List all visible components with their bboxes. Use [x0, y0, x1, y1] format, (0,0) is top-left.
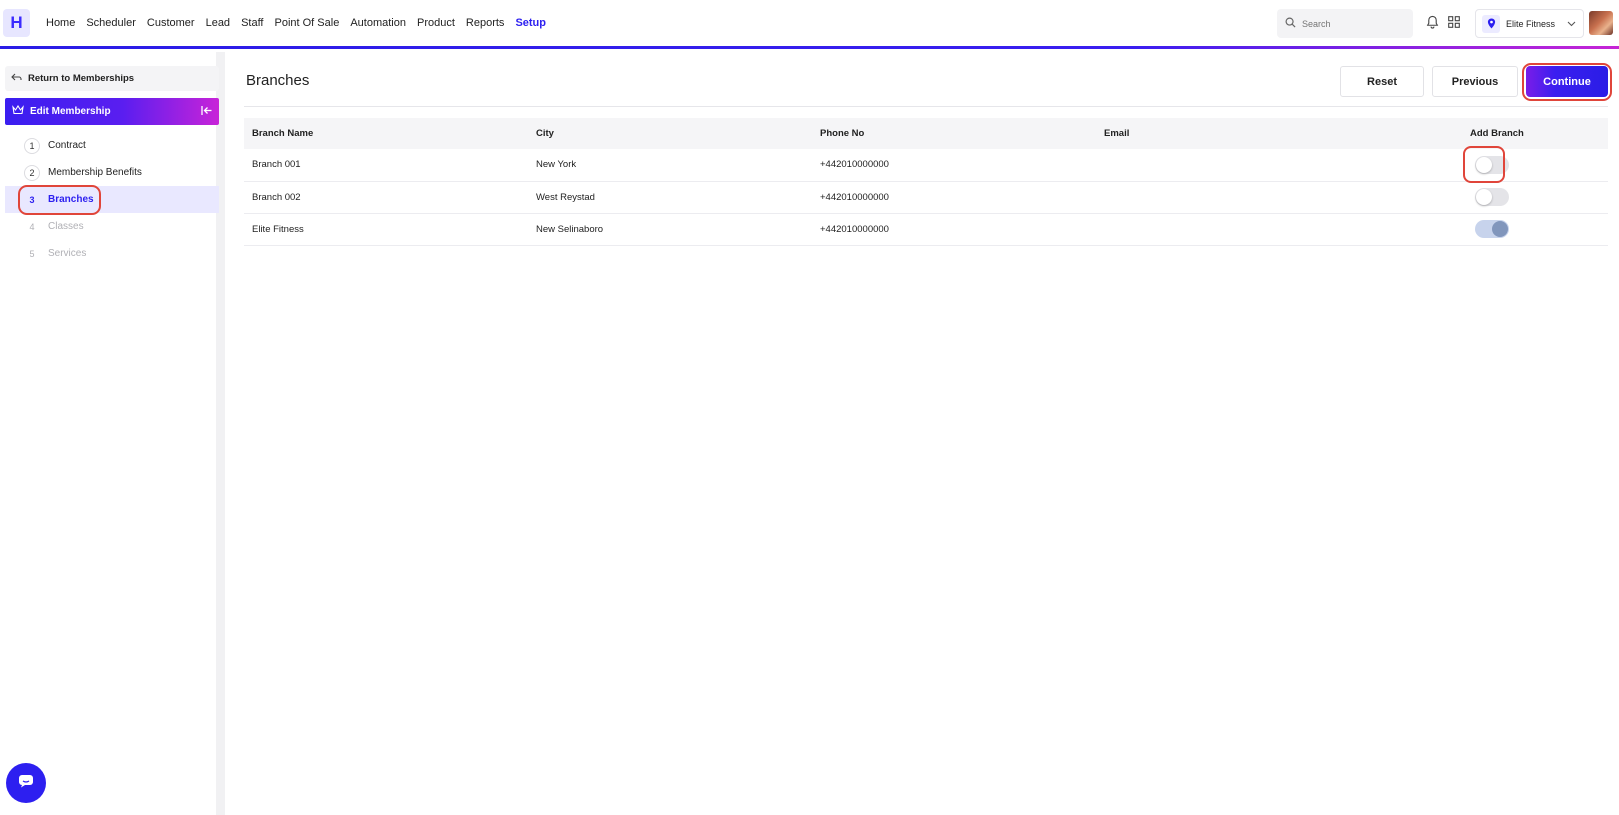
header-add-branch: Add Branch — [1470, 128, 1524, 139]
step-membership-benefits[interactable]: 2 Membership Benefits — [5, 159, 219, 186]
search-icon — [1285, 15, 1296, 33]
table-row: Elite Fitness New Selinaboro +4420100000… — [244, 213, 1608, 245]
previous-button[interactable]: Previous — [1432, 66, 1518, 97]
return-label: Return to Memberships — [28, 73, 135, 84]
nav-product[interactable]: Product — [417, 17, 455, 29]
nav-customer[interactable]: Customer — [147, 17, 195, 29]
nav-scheduler[interactable]: Scheduler — [86, 17, 136, 29]
divider — [244, 106, 1608, 107]
chat-button[interactable] — [6, 763, 46, 803]
collapse-icon[interactable] — [200, 104, 213, 120]
edit-membership-title: Edit Membership — [30, 106, 111, 117]
search-input[interactable] — [1302, 18, 1402, 29]
branch-city: New York — [536, 159, 577, 171]
nav-lead[interactable]: Lead — [206, 17, 230, 29]
branches-table: Branch Name City Phone No Email Add Bran… — [244, 118, 1608, 246]
grid-icon[interactable] — [1446, 14, 1462, 30]
sidebar: Return to Memberships Edit Membership 1 … — [0, 52, 225, 815]
crown-icon — [12, 104, 24, 118]
step-number: 1 — [24, 137, 40, 154]
steps-list: 1 Contract 2 Membership Benefits 3 Branc… — [5, 132, 219, 267]
nav-staff[interactable]: Staff — [241, 17, 263, 29]
branch-email — [1096, 149, 1462, 181]
step-classes: 4 Classes — [5, 213, 219, 240]
add-branch-toggle[interactable] — [1475, 188, 1509, 206]
avatar[interactable] — [1589, 11, 1613, 35]
header-city: City — [536, 128, 554, 139]
location-selector[interactable]: Elite Fitness — [1475, 9, 1584, 38]
app-logo[interactable]: H — [3, 9, 30, 37]
nav-reports[interactable]: Reports — [466, 17, 505, 29]
edit-membership-header: Edit Membership — [5, 98, 219, 125]
branch-phone: +442010000000 — [820, 159, 889, 171]
top-accent-line — [0, 46, 1619, 49]
step-branches[interactable]: 3 Branches — [5, 185, 219, 215]
branch-phone: +442010000000 — [820, 223, 889, 235]
location-name: Elite Fitness — [1506, 18, 1556, 29]
branch-name: Elite Fitness — [252, 223, 304, 235]
chevron-down-icon — [1567, 19, 1576, 29]
add-branch-cell — [1462, 181, 1608, 213]
step-number: 5 — [24, 245, 40, 262]
main-content: Branches Reset Previous Continue Branch … — [233, 52, 1619, 815]
back-arrow-icon — [11, 73, 22, 84]
main-nav: Home Scheduler Customer Lead Staff Point… — [46, 0, 557, 46]
nav-home[interactable]: Home — [46, 17, 75, 29]
bell-icon[interactable] — [1424, 14, 1440, 30]
page-title: Branches — [246, 72, 310, 89]
step-label: Services — [48, 248, 87, 259]
table-row: Branch 002 West Reystad +442010000000 — [244, 181, 1608, 213]
add-branch-cell — [1462, 146, 1608, 183]
toggle-knob — [1492, 221, 1508, 237]
branch-email — [1096, 181, 1462, 213]
step-label: Membership Benefits — [48, 167, 142, 178]
header-branch-name: Branch Name — [252, 128, 314, 139]
search-box[interactable] — [1277, 9, 1413, 38]
step-services: 5 Services — [5, 240, 219, 267]
branch-name: Branch 002 — [252, 191, 301, 203]
add-branch-cell — [1462, 213, 1608, 245]
nav-automation[interactable]: Automation — [350, 17, 406, 29]
continue-button[interactable]: Continue — [1526, 66, 1608, 97]
branch-email — [1096, 213, 1462, 245]
step-contract[interactable]: 1 Contract — [5, 132, 219, 159]
header-phone: Phone No — [820, 128, 865, 139]
branch-city: West Reystad — [536, 191, 595, 203]
chat-icon — [18, 774, 34, 793]
branch-name: Branch 001 — [252, 159, 301, 171]
branch-city: New Selinaboro — [536, 223, 604, 235]
highlight-ring — [1463, 146, 1505, 183]
branch-phone: +442010000000 — [820, 191, 889, 203]
top-navbar: H Home Scheduler Customer Lead Staff Poi… — [0, 0, 1619, 46]
step-number: 4 — [24, 218, 40, 235]
header-email: Email — [1104, 128, 1130, 139]
toggle-knob — [1476, 189, 1492, 205]
highlight-ring — [18, 185, 101, 215]
table-row: Branch 001 New York +442010000000 — [244, 146, 1608, 183]
step-number: 2 — [24, 164, 40, 181]
location-pin-icon — [1482, 14, 1500, 33]
add-branch-toggle[interactable] — [1475, 220, 1509, 238]
table-header-row: Branch Name City Phone No Email Add Bran… — [244, 118, 1608, 149]
step-label: Classes — [48, 221, 84, 232]
step-label: Contract — [48, 140, 86, 151]
reset-button[interactable]: Reset — [1340, 66, 1424, 97]
nav-setup[interactable]: Setup — [515, 17, 546, 29]
nav-point-of-sale[interactable]: Point Of Sale — [275, 17, 340, 29]
return-to-memberships-button[interactable]: Return to Memberships — [5, 66, 219, 91]
